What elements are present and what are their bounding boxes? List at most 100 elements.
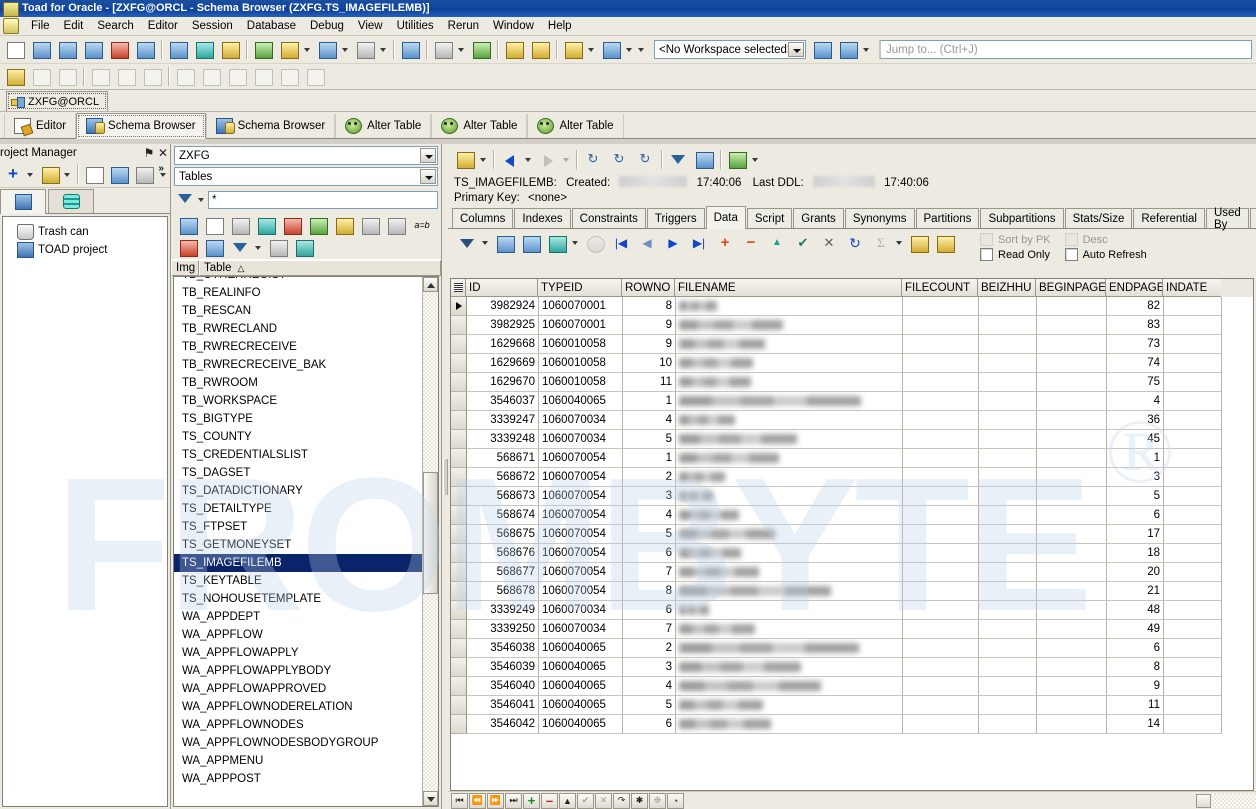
cell-typeid[interactable]: 1060040065	[539, 658, 623, 677]
cell-endpage[interactable]: 48	[1107, 601, 1164, 620]
truncate-icon[interactable]	[176, 236, 200, 259]
import-data-icon[interactable]	[907, 232, 931, 255]
cell-rowno[interactable]: 9	[623, 316, 676, 335]
row-indicator[interactable]	[451, 354, 467, 373]
cell-typeid[interactable]: 1060070054	[539, 582, 623, 601]
cell-typeid[interactable]: 1060070054	[539, 563, 623, 582]
cell-beginpage[interactable]	[1037, 392, 1107, 411]
close-icon[interactable]: ✕	[156, 146, 170, 160]
cell-rowno[interactable]: 3	[623, 487, 676, 506]
column-header-typeid[interactable]: TYPEID	[538, 279, 622, 297]
favorite-icon[interactable]	[332, 214, 356, 237]
table-row[interactable]: 33392491060070034648	[451, 601, 1253, 620]
cell-filecount[interactable]	[903, 582, 979, 601]
sql-tuning-dropdown[interactable]	[378, 39, 389, 60]
cell-typeid[interactable]: 1060070034	[539, 620, 623, 639]
open-folder-icon[interactable]	[38, 163, 61, 186]
cell-typeid[interactable]: 1060070054	[539, 544, 623, 563]
list-item[interactable]: TS_DAGSET	[174, 464, 422, 482]
menu-utilities[interactable]: Utilities	[390, 18, 441, 34]
table-row[interactable]: 39829251060070001983	[451, 316, 1253, 335]
cell-typeid[interactable]: 1060070054	[539, 449, 623, 468]
tab-schema-browser-2[interactable]: Schema Browser	[206, 114, 336, 138]
describe-icon[interactable]	[133, 38, 157, 61]
rollback-icon[interactable]	[599, 38, 623, 61]
menu-window[interactable]: Window	[486, 18, 541, 34]
list-item[interactable]: WA_APPFLOWNODES	[174, 716, 422, 734]
cell-filecount[interactable]	[903, 525, 979, 544]
settings-save-icon[interactable]	[3, 65, 27, 88]
execute-statement-icon[interactable]	[166, 38, 190, 61]
bookmark-clear-button[interactable]: ❉	[649, 793, 666, 809]
cell-endpage[interactable]: 83	[1107, 316, 1164, 335]
column-header-img[interactable]: Img	[171, 260, 199, 276]
cell-rowno[interactable]: 1	[623, 449, 676, 468]
cell-id[interactable]: 568677	[467, 563, 539, 582]
list-item[interactable]: TS_BIGTYPE	[174, 410, 422, 428]
cell-beginpage[interactable]	[1037, 639, 1107, 658]
auto-trace-icon[interactable]	[277, 38, 301, 61]
delete-record-icon[interactable]: −	[739, 232, 763, 255]
sort-by-pk-row[interactable]: Sort by PK	[980, 232, 1051, 247]
cell-indate[interactable]	[1164, 544, 1222, 563]
cell-beizhhu[interactable]	[979, 639, 1037, 658]
tab-alter-table-2[interactable]: Alter Table	[431, 114, 527, 138]
rollback-dropdown[interactable]	[624, 39, 635, 60]
chevron-down-icon[interactable]	[788, 42, 804, 57]
cell-indate[interactable]	[1164, 335, 1222, 354]
list-item[interactable]: TB_RWRECRECEIVE_BAK	[174, 356, 422, 374]
cell-indate[interactable]	[1164, 582, 1222, 601]
cell-filecount[interactable]	[903, 563, 979, 582]
cell-beginpage[interactable]	[1037, 449, 1107, 468]
outline-icon[interactable]	[55, 65, 79, 88]
list-item[interactable]: TS_KEYTABLE	[174, 572, 422, 590]
app-menu-icon[interactable]	[3, 18, 19, 34]
auto-refresh-row[interactable]: Auto Refresh	[1065, 247, 1147, 262]
cell-typeid[interactable]: 1060070034	[539, 411, 623, 430]
menu-session[interactable]: Session	[185, 18, 240, 34]
cell-indate[interactable]	[1164, 715, 1222, 734]
cell-typeid[interactable]: 1060040065	[539, 677, 623, 696]
menu-search[interactable]: Search	[90, 18, 140, 34]
grid-select-all-icon[interactable]	[451, 279, 466, 297]
cell-indate[interactable]	[1164, 696, 1222, 715]
connection-icon[interactable]	[453, 148, 477, 171]
save-doc-icon[interactable]	[107, 163, 130, 186]
cell-endpage[interactable]: 18	[1107, 544, 1164, 563]
session-browser-dropdown[interactable]	[340, 39, 351, 60]
cell-id[interactable]: 3339247	[467, 411, 539, 430]
edit-record-button[interactable]: ▲	[559, 793, 576, 809]
cell-filecount[interactable]	[903, 677, 979, 696]
cell-beginpage[interactable]	[1037, 297, 1107, 316]
chevron-down-icon[interactable]	[420, 148, 436, 163]
cell-filename[interactable]	[676, 335, 903, 354]
table-row[interactable]: 568674106007005446	[451, 506, 1253, 525]
cell-filecount[interactable]	[903, 449, 979, 468]
tree-node-trash[interactable]: Trash can	[3, 223, 167, 241]
table-row[interactable]: 39829241060070001882	[451, 297, 1253, 316]
cell-rowno[interactable]: 1	[623, 392, 676, 411]
cell-filename[interactable]	[676, 639, 903, 658]
post-edit-button[interactable]: ✔	[577, 793, 594, 809]
auto-refresh-checkbox[interactable]	[1065, 248, 1078, 261]
list-item[interactable]: TB_RWRECLAND	[174, 320, 422, 338]
cell-indate[interactable]	[1164, 373, 1222, 392]
insert-record-icon[interactable]: +	[713, 232, 737, 255]
session-tab-zxfg[interactable]: ZXFG@ORCL	[6, 91, 108, 111]
cell-filecount[interactable]	[903, 544, 979, 563]
delete-record-button[interactable]: –	[541, 793, 558, 809]
tab-referential[interactable]: Referential	[1133, 208, 1205, 228]
column-header-rowno[interactable]: ROWNO	[622, 279, 675, 297]
row-indicator[interactable]	[451, 715, 467, 734]
cell-rowno[interactable]: 5	[623, 430, 676, 449]
table-row[interactable]: 3546040106004006549	[451, 677, 1253, 696]
cell-rowno[interactable]: 5	[623, 525, 676, 544]
column-header-endpage[interactable]: ENDPAGE	[1106, 279, 1163, 297]
projects-tab[interactable]	[0, 189, 46, 214]
tab-used-by[interactable]: Used By	[1206, 208, 1249, 228]
menu-editor[interactable]: Editor	[141, 18, 185, 34]
list-item[interactable]: WA_APPFLOWNODESBODYGROUP	[174, 734, 422, 752]
cell-beginpage[interactable]	[1037, 563, 1107, 582]
row-indicator[interactable]	[451, 696, 467, 715]
next-page-button[interactable]: ⏩	[487, 793, 504, 809]
